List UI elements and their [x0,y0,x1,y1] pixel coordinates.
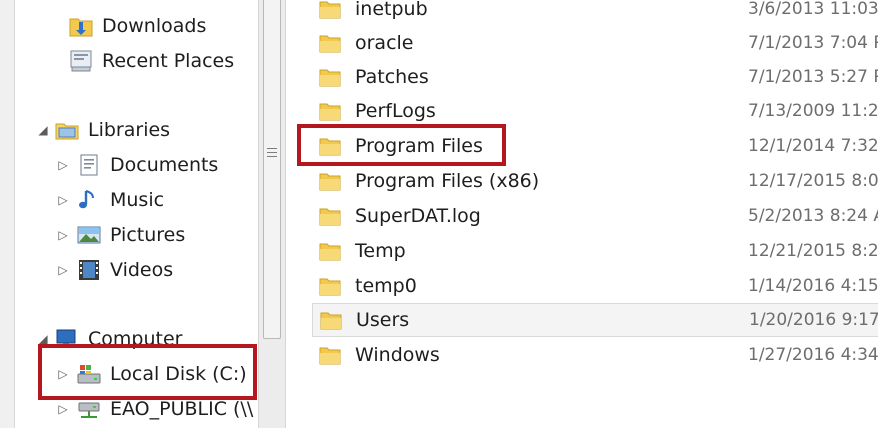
libraries-icon [54,117,80,143]
file-name: Windows [355,344,440,366]
folder-icon [319,240,341,262]
window-left-edge [0,0,15,428]
nav-item-label: EAO_PUBLIC (\\ [110,398,254,420]
file-date-modified: 7/1/2013 5:27 P [748,67,878,87]
file-date-modified: 7/1/2013 7:04 P [748,33,878,53]
file-date-modified: 1/20/2016 9:17 [749,310,878,330]
scrollbar-grip-icon [267,148,277,160]
folder-icon [319,66,341,88]
pictures-library-icon [76,222,102,248]
file-date-modified: 1/27/2016 4:34 [748,345,878,365]
navigation-scrollbar[interactable] [258,0,286,428]
file-name: Users [356,309,410,331]
collapsed-arrow-icon[interactable]: ▷ [56,158,70,172]
folder-icon [319,170,341,192]
file-row-temp0[interactable]: temp0 1/14/2016 4:15 [312,269,878,303]
highlight-program-files [297,124,506,166]
folder-icon [319,32,341,54]
file-row-users[interactable]: Users 1/20/2016 9:17 [312,303,878,337]
file-date-modified: 7/13/2009 11:20 [748,101,878,121]
file-date-modified: 5/2/2013 8:24 A [748,206,878,226]
nav-item-music[interactable]: ▷ Music [56,183,164,217]
nav-item-label: Music [110,189,165,211]
folder-icon [320,309,342,331]
file-name: temp0 [355,275,417,297]
nav-item-label: Recent Places [102,50,235,72]
scrollbar-thumb[interactable] [263,0,281,339]
file-list: inetpub 3/6/2013 11:03 oracle 7/1/2013 7… [286,0,878,428]
nav-item-label: Videos [110,259,174,281]
nav-item-label: Documents [110,154,219,176]
file-row-superdat-log[interactable]: SuperDAT.log 5/2/2013 8:24 A [312,199,878,233]
file-date-modified: 12/1/2014 7:32 [748,136,878,156]
downloads-folder-icon [68,13,94,39]
collapsed-arrow-icon[interactable]: ▷ [56,402,70,416]
nav-item-recent-places[interactable]: Recent Places [62,44,234,78]
file-name: Patches [355,66,429,88]
folder-icon [319,0,341,20]
nav-item-pictures[interactable]: ▷ Pictures [56,218,185,252]
nav-item-label: Downloads [102,15,207,37]
folder-icon [319,275,341,297]
nav-item-libraries[interactable]: ◢ Libraries [36,113,170,147]
file-row-oracle[interactable]: oracle 7/1/2013 7:04 P [312,26,878,60]
file-row-temp[interactable]: Temp 12/21/2015 8:28 [312,234,878,268]
file-row-inetpub[interactable]: inetpub 3/6/2013 11:03 [312,0,878,26]
file-name: Program Files (x86) [355,170,540,192]
collapsed-arrow-icon[interactable]: ▷ [56,193,70,207]
nav-item-label: Libraries [88,119,171,141]
file-date-modified: 1/14/2016 4:15 [748,276,878,296]
recent-places-icon [68,48,94,74]
collapsed-arrow-icon[interactable]: ▷ [56,228,70,242]
file-date-modified: 3/6/2013 11:03 [748,0,878,19]
file-row-program-files-x86[interactable]: Program Files (x86) 12/17/2015 8:06 [312,164,878,198]
expanded-arrow-icon[interactable]: ◢ [36,123,50,137]
file-name: inetpub [355,0,428,20]
file-name: SuperDAT.log [355,205,481,227]
folder-icon [319,100,341,122]
file-name: oracle [355,32,414,54]
highlight-local-disk-c [38,344,257,400]
nav-item-downloads[interactable]: Downloads [62,9,206,43]
documents-library-icon [76,152,102,178]
file-date-modified: 12/21/2015 8:28 [748,241,878,261]
file-name: Temp [355,240,406,262]
file-row-perflogs[interactable]: PerfLogs 7/13/2009 11:20 [312,94,878,128]
folder-icon [319,205,341,227]
videos-library-icon [76,257,102,283]
collapsed-arrow-icon[interactable]: ▷ [56,263,70,277]
music-library-icon [76,187,102,213]
nav-item-documents[interactable]: ▷ Documents [56,148,218,182]
folder-icon [319,344,341,366]
file-row-windows[interactable]: Windows 1/27/2016 4:34 [312,338,878,372]
nav-item-label: Pictures [110,224,186,246]
nav-item-videos[interactable]: ▷ Videos [56,253,173,287]
file-row-patches[interactable]: Patches 7/1/2013 5:27 P [312,60,878,94]
file-name: PerfLogs [355,100,436,122]
file-date-modified: 12/17/2015 8:06 [748,171,878,191]
